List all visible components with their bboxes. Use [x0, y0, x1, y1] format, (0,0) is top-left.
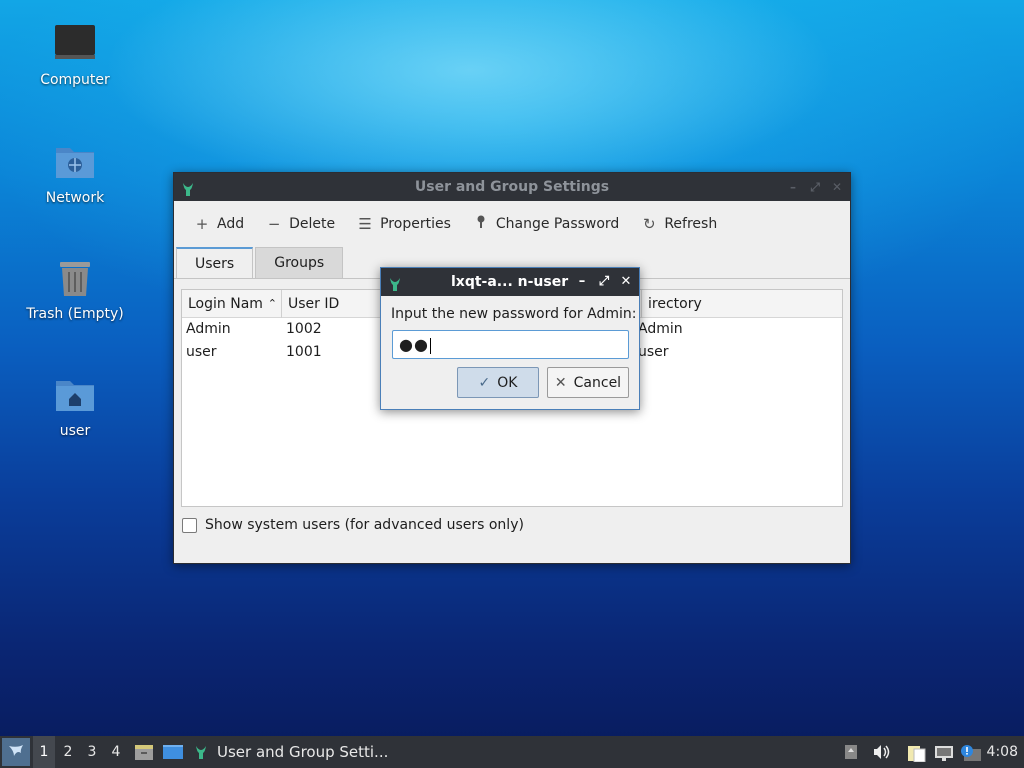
- app-icon: [180, 179, 196, 207]
- properties-button[interactable]: ☰ Properties: [357, 215, 451, 233]
- column-header-login-name[interactable]: Login Nam ⌃: [182, 290, 282, 318]
- cell-directory: Admin: [638, 321, 683, 337]
- maximize-icon[interactable]: ⤢: [597, 275, 611, 289]
- password-input[interactable]: ●●: [392, 330, 629, 359]
- cell-login: Admin: [186, 321, 231, 337]
- change-password-dialog: lxqt-a... n-user – ⤢ ✕ Input the new pas…: [380, 267, 640, 410]
- network-folder-icon: [53, 140, 97, 184]
- window-title: User and Group Settings: [414, 179, 610, 195]
- change-password-button[interactable]: Change Password: [473, 214, 619, 234]
- password-prompt: Input the new password for Admin:: [391, 306, 637, 322]
- key-icon: [473, 214, 489, 234]
- toolbar: + Add − Delete ☰ Properties Change Passw…: [174, 201, 850, 247]
- desktop-icon-computer[interactable]: Computer: [20, 22, 130, 88]
- desktop-icon-network[interactable]: Network: [20, 140, 130, 206]
- add-button[interactable]: + Add: [194, 215, 244, 233]
- updates-tray-icon[interactable]: [844, 744, 858, 764]
- column-header-user-id[interactable]: User ID: [282, 290, 382, 318]
- show-desktop-icon[interactable]: [162, 742, 184, 766]
- desktop-icon-label: user: [59, 423, 91, 439]
- dialog-title: lxqt-a... n-user: [451, 274, 569, 290]
- file-manager-launcher-icon[interactable]: [134, 742, 154, 766]
- home-folder-icon: [53, 373, 97, 417]
- dialog-titlebar[interactable]: lxqt-a... n-user – ⤢ ✕: [381, 268, 639, 296]
- workspace-3[interactable]: 3: [81, 736, 103, 768]
- refresh-button[interactable]: ↻ Refresh: [641, 215, 717, 233]
- minus-icon: −: [267, 215, 281, 233]
- cancel-label: Cancel: [573, 374, 622, 391]
- maximize-icon[interactable]: ⤢: [808, 180, 822, 194]
- trash-icon: [53, 256, 97, 300]
- taskbar: 1 2 3 4 User and Group Setti... 4:08: [0, 736, 1024, 768]
- show-system-users-label: Show system users (for advanced users on…: [205, 517, 524, 533]
- task-label: User and Group Setti...: [217, 743, 389, 761]
- x-icon: ✕: [554, 374, 567, 391]
- column-header-directory[interactable]: irectory: [642, 290, 842, 318]
- refresh-icon: ↻: [643, 215, 656, 233]
- minimize-icon[interactable]: –: [575, 275, 589, 289]
- plus-icon: +: [195, 215, 209, 233]
- minimize-icon[interactable]: –: [786, 180, 800, 194]
- cancel-button[interactable]: ✕ Cancel: [547, 367, 629, 398]
- network-tray-icon[interactable]: [934, 744, 954, 766]
- workspace-2[interactable]: 2: [57, 736, 79, 768]
- show-system-users-row[interactable]: Show system users (for advanced users on…: [182, 517, 524, 533]
- computer-icon: [53, 22, 97, 66]
- tab-users[interactable]: Users: [176, 247, 254, 279]
- desktop-icon-label: Network: [45, 190, 105, 206]
- check-icon: ✓: [478, 374, 491, 391]
- password-mask: ●●: [399, 335, 429, 354]
- show-system-users-checkbox[interactable]: [182, 517, 197, 533]
- window-titlebar[interactable]: User and Group Settings – ⤢ ✕: [174, 173, 850, 201]
- properties-label: Properties: [380, 216, 451, 232]
- delete-label: Delete: [289, 216, 336, 232]
- close-icon[interactable]: ✕: [830, 180, 844, 194]
- lxqt-logo-icon: [9, 745, 23, 756]
- taskbar-task-user-group-settings[interactable]: User and Group Setti...: [193, 736, 388, 768]
- change-password-label: Change Password: [495, 216, 620, 232]
- tab-bar: Users Groups: [176, 247, 345, 279]
- desktop-icon-user-home[interactable]: user: [20, 373, 130, 439]
- ok-label: OK: [497, 374, 518, 391]
- list-icon: ☰: [358, 215, 372, 233]
- tab-groups[interactable]: Groups: [255, 247, 344, 279]
- text-caret: [429, 337, 431, 354]
- refresh-label: Refresh: [664, 216, 718, 232]
- cell-login: user: [186, 344, 217, 360]
- close-icon[interactable]: ✕: [619, 275, 633, 289]
- start-menu-button[interactable]: [2, 738, 30, 766]
- workspace-4[interactable]: 4: [105, 736, 127, 768]
- cell-user-id: 1002: [286, 321, 322, 337]
- notification-icon[interactable]: [960, 744, 982, 766]
- workspace-1[interactable]: 1: [33, 736, 55, 768]
- desktop-icon-label: Computer: [40, 72, 110, 88]
- clock[interactable]: 4:08: [987, 736, 1018, 768]
- desktop-icon-label: Trash (Empty): [26, 306, 124, 322]
- cell-user-id: 1001: [286, 344, 322, 360]
- clipboard-icon[interactable]: [906, 744, 926, 766]
- app-icon: [387, 274, 403, 302]
- desktop-icon-trash[interactable]: Trash (Empty): [20, 256, 130, 322]
- app-icon: [196, 746, 206, 759]
- volume-icon[interactable]: [872, 744, 890, 764]
- add-label: Add: [217, 216, 245, 232]
- ok-button[interactable]: ✓ OK: [457, 367, 539, 398]
- delete-button[interactable]: − Delete: [266, 215, 335, 233]
- sort-ascending-icon: ⌃: [267, 297, 277, 310]
